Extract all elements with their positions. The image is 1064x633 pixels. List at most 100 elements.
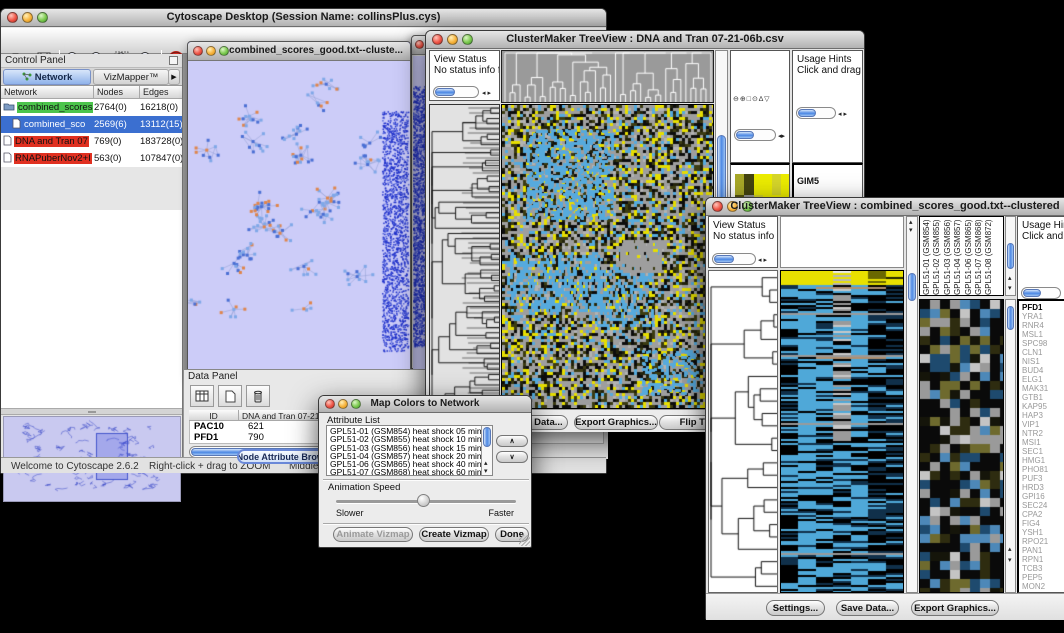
gene-label[interactable]: PUF3	[1022, 474, 1064, 483]
gene-label[interactable]: RPO21	[1022, 537, 1064, 546]
attribute-list-item[interactable]: GPL51-07 (GSM868) heat shock 60 min	[327, 468, 492, 476]
gene-label[interactable]: SEC24	[1022, 501, 1064, 510]
move-down-button[interactable]: ∨	[496, 451, 528, 463]
create-vizmap-button[interactable]: Create Vizmap	[419, 527, 489, 542]
gene-label[interactable]: PEP5	[1022, 573, 1064, 582]
scroll-arrows-icon[interactable]: ◂ ▸	[482, 90, 491, 97]
scroll-down-icon[interactable]: ▾	[1008, 557, 1012, 564]
treeview1-titlebar[interactable]: ClusterMaker TreeView : DNA and Tran 07-…	[426, 31, 864, 49]
scroll-up-icon[interactable]: ▴	[909, 219, 913, 226]
usage-hints-hscrollbar[interactable]	[796, 107, 836, 119]
tv2-column-headers[interactable]: GPL51-01 (GSM854)GPL51-02 (GSM855)GPL51-…	[919, 216, 1004, 296]
treeview-tool-icon[interactable]: ⊙	[752, 96, 759, 103]
tv2-main-vscrollbar[interactable]: ▴ ▾	[906, 216, 918, 593]
array-column-label[interactable]: GPL51-04 (GSM857)	[953, 217, 963, 295]
scroll-arrows-icon[interactable]: ◂ ▸	[758, 257, 767, 264]
tv2-heatmap[interactable]	[780, 270, 904, 593]
tab-scroll-right-icon[interactable]: ▶	[168, 69, 180, 85]
tv2-zoom-heatmap[interactable]	[919, 299, 1004, 593]
gene-label[interactable]: HRD3	[1022, 483, 1064, 492]
gene-label[interactable]: RPN1	[1022, 555, 1064, 564]
scroll-arrows-icon[interactable]: ◂▸	[778, 133, 785, 140]
scroll-down-icon[interactable]: ▾	[484, 468, 488, 475]
array-column-label[interactable]: GPL51-08 (GSM872)	[984, 217, 994, 295]
gene-label[interactable]: ELG1	[1022, 375, 1064, 384]
tv2-column-dendrogram-area[interactable]	[780, 216, 904, 268]
data-column-id[interactable]: ID	[189, 410, 239, 421]
gene-label[interactable]: RNR4	[1022, 321, 1064, 330]
network-list-row[interactable]: RNAPuberNov2+I563(0)107847(0)	[1, 150, 182, 167]
scroll-up-icon[interactable]: ▴	[484, 460, 488, 467]
export-graphics-button[interactable]: Export Graphics...	[574, 415, 658, 430]
array-column-label[interactable]: GPL51-07 (GSM868)	[974, 217, 984, 295]
tv2-zoom-vscrollbar[interactable]: ▴ ▾	[1005, 299, 1016, 593]
close-icon[interactable]	[432, 34, 443, 45]
network-list-row[interactable]: combined_scores2764(0)16218(0)	[1, 99, 182, 116]
float-panel-icon[interactable]	[169, 56, 178, 65]
gene-label[interactable]: NIS1	[1022, 357, 1064, 366]
close-icon[interactable]	[193, 46, 203, 56]
gene-label[interactable]: FIG4	[1022, 519, 1064, 528]
resize-grip[interactable]	[519, 535, 530, 546]
gene-label[interactable]: MSI1	[1022, 438, 1064, 447]
gene-label[interactable]: BUD4	[1022, 366, 1064, 375]
treeview-tool-icons[interactable]: ⊖⊕□⊙∆▽	[733, 95, 771, 103]
column-header-network[interactable]: Network	[1, 86, 94, 99]
close-icon[interactable]	[415, 40, 424, 49]
gene-label[interactable]: HMG1	[1022, 456, 1064, 465]
gene-label[interactable]: TCB3	[1022, 564, 1064, 573]
column-header-nodes[interactable]: Nodes	[94, 86, 140, 99]
gene-label[interactable]: CPA2	[1022, 510, 1064, 519]
gene-label[interactable]: YRA1	[1022, 312, 1064, 321]
gene-label[interactable]: GTB1	[1022, 393, 1064, 402]
scroll-arrows-icon[interactable]: ◂ ▸	[838, 111, 847, 118]
tv1-column-dendrogram[interactable]	[501, 50, 714, 103]
array-column-label[interactable]: GPL51-03 (GSM856)	[943, 217, 953, 295]
gene-label[interactable]: VIP1	[1022, 420, 1064, 429]
treeview-tool-icon[interactable]: ▽	[764, 96, 770, 103]
close-icon[interactable]	[325, 399, 335, 409]
array-column-label[interactable]: GPL51-06 (GSM865)	[964, 217, 974, 295]
network-list-row[interactable]: combined_sco2569(6)13112(15)	[1, 116, 182, 133]
scroll-down-icon[interactable]: ▾	[909, 227, 913, 234]
view-status-hscrollbar[interactable]	[433, 86, 479, 98]
tab-vizmapper[interactable]: VizMapper™	[93, 69, 169, 85]
gene-label[interactable]: PAN1	[1022, 546, 1064, 555]
gene-label[interactable]: MON2	[1022, 582, 1064, 591]
network-list-row[interactable]: DNA and Tran 07769(0)183728(0)	[1, 133, 182, 150]
gene-label[interactable]: NTR2	[1022, 429, 1064, 438]
network-window-1-titlebar[interactable]: combined_scores_good.txt--cluste...	[188, 42, 410, 61]
gene-label[interactable]: CLN1	[1022, 348, 1064, 357]
new-attribute-button[interactable]	[218, 385, 242, 407]
usage-hints-hscrollbar[interactable]	[1021, 287, 1061, 299]
dialog-titlebar[interactable]: Map Colors to Network	[319, 396, 531, 413]
network-view-canvas[interactable]	[188, 61, 410, 379]
treeview2-titlebar[interactable]: ClusterMaker TreeView : combined_scores_…	[706, 198, 1064, 216]
move-up-button[interactable]: ∧	[496, 435, 528, 447]
tv2-row-dendrogram[interactable]	[708, 270, 778, 593]
treeview-tool-icon[interactable]: ⊖	[733, 96, 740, 103]
export-graphics-button[interactable]: Export Graphics...	[911, 600, 999, 616]
cytoscape-titlebar[interactable]: Cytoscape Desktop (Session Name: collins…	[1, 9, 606, 27]
close-icon[interactable]	[712, 201, 723, 212]
minimize-icon[interactable]	[206, 46, 216, 56]
tv1-heatmap[interactable]	[501, 104, 714, 409]
speed-slider-thumb[interactable]	[417, 494, 430, 507]
scroll-down-icon[interactable]: ▾	[1008, 285, 1012, 292]
gene-label[interactable]: GIM5	[794, 171, 862, 192]
tool-panel-hscrollbar[interactable]	[734, 129, 776, 141]
view-status-hscrollbar[interactable]	[712, 253, 756, 265]
gene-label[interactable]: KAP95	[1022, 402, 1064, 411]
tv2-header-vscrollbar[interactable]: ▴ ▾	[1005, 216, 1016, 296]
gene-label[interactable]: PHO81	[1022, 465, 1064, 474]
attribute-list-vscrollbar[interactable]: ▴ ▾	[481, 426, 492, 475]
gene-label[interactable]: HAP3	[1022, 411, 1064, 420]
panel-splitter[interactable]	[1, 408, 182, 415]
scroll-up-icon[interactable]: ▴	[1008, 546, 1012, 553]
scroll-up-icon[interactable]: ▴	[1008, 275, 1012, 282]
gene-label[interactable]: YSH1	[1022, 528, 1064, 537]
attribute-list[interactable]: GPL51-01 (GSM854) heat shock 05 minGPL51…	[326, 425, 493, 476]
save-data-button[interactable]: Save Data...	[836, 600, 899, 616]
gene-label[interactable]: PFD1	[1022, 303, 1064, 312]
animate-vizmap-button[interactable]: Animate Vizmap	[333, 527, 413, 542]
